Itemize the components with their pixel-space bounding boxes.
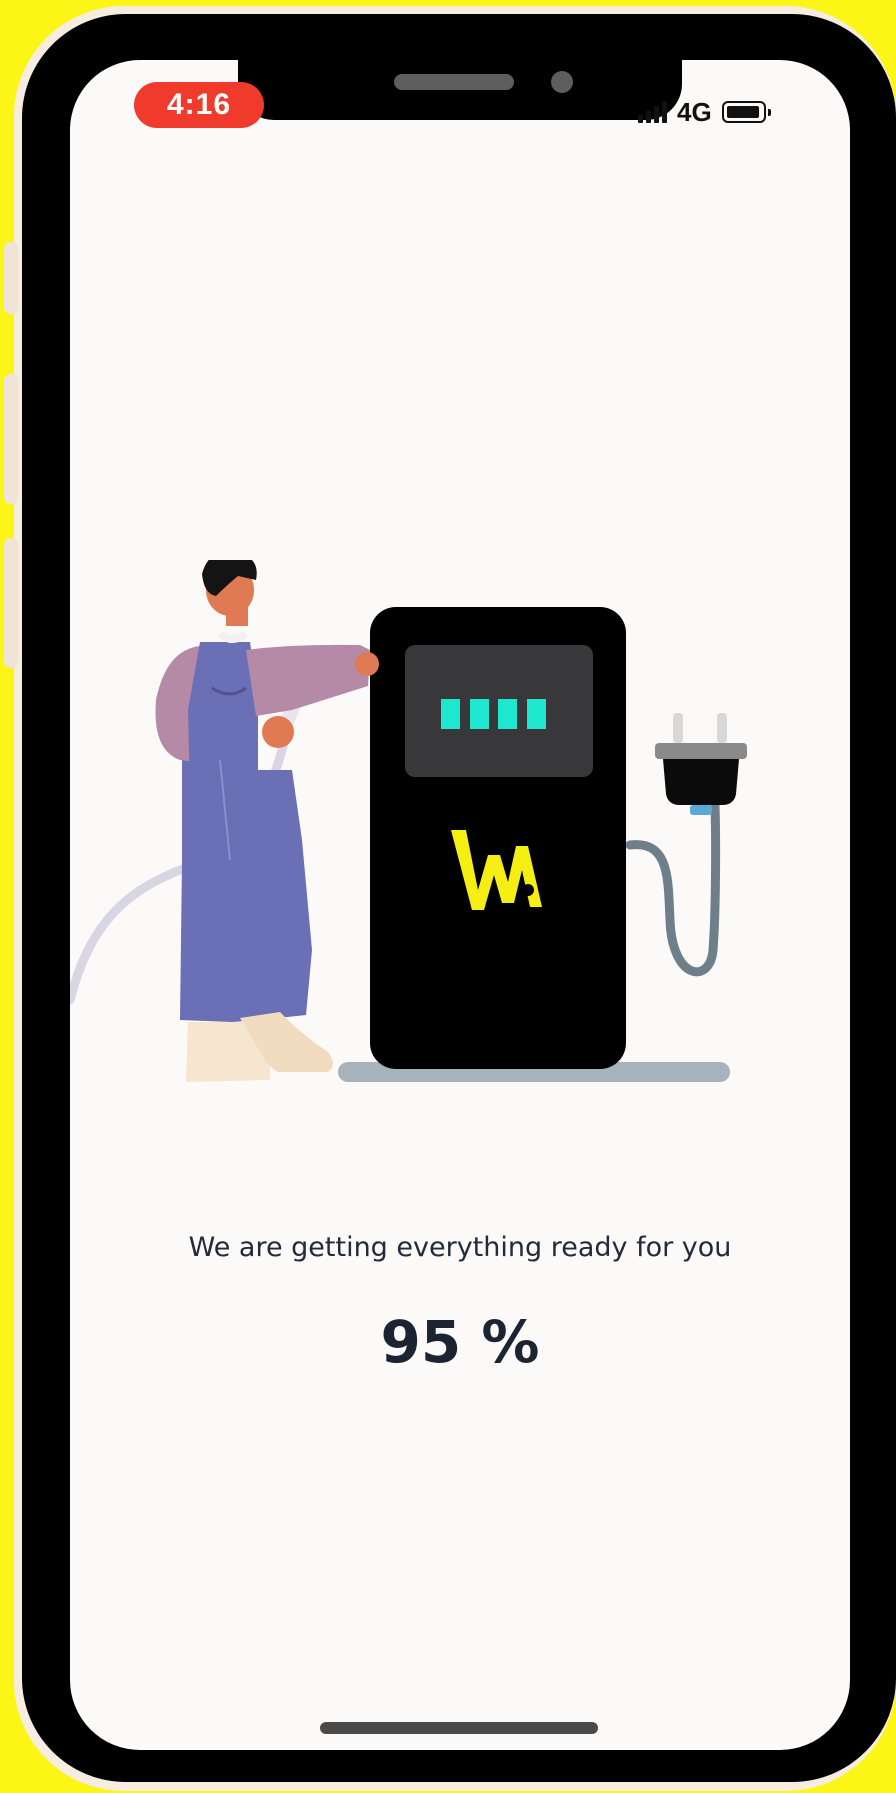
notch bbox=[238, 14, 682, 120]
volume-down-button bbox=[4, 538, 18, 668]
earpiece-speaker bbox=[394, 74, 514, 90]
battery-icon bbox=[721, 101, 771, 123]
charger-cable-and-plug bbox=[625, 713, 747, 977]
volume-up-button bbox=[4, 374, 18, 504]
display-segment bbox=[441, 699, 460, 729]
cellular-signal-icon bbox=[638, 101, 667, 123]
mute-switch bbox=[4, 242, 18, 314]
display-segment bbox=[470, 699, 489, 729]
network-type: 4G bbox=[677, 96, 712, 127]
home-indicator[interactable] bbox=[320, 1722, 598, 1734]
front-camera bbox=[551, 71, 573, 93]
display-segment bbox=[527, 699, 546, 729]
charging-station bbox=[370, 607, 626, 1069]
display-segment bbox=[498, 699, 517, 729]
ev-charging-illustration bbox=[65, 551, 850, 1104]
status-indicators: 4G bbox=[638, 96, 771, 128]
loading-message: We are getting everything ready for you bbox=[188, 1232, 732, 1263]
status-time: 4:16 bbox=[134, 82, 264, 128]
charging-station-illustration bbox=[65, 551, 747, 1082]
person-holding-cable bbox=[65, 551, 379, 1082]
progress-percentage: 95 % bbox=[380, 1308, 540, 1376]
